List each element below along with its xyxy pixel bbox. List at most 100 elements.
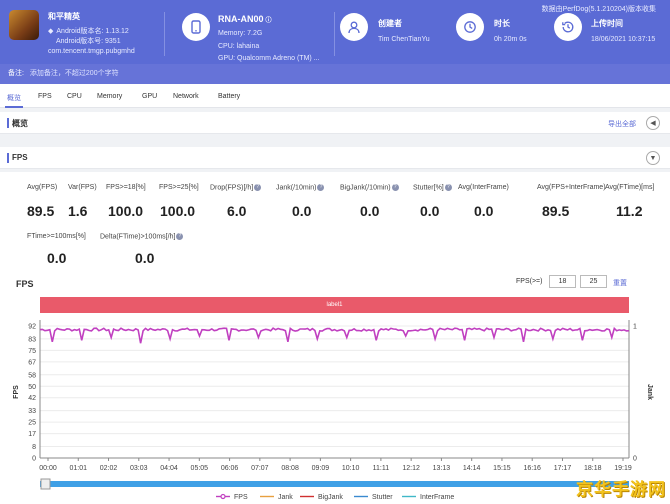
help-icon[interactable]: ? [317,184,325,191]
header-divider [164,12,165,56]
x-tick-label: 09:09 [312,465,330,472]
x-tick-label: 04:04 [160,465,178,472]
metric-label: FTime>=100ms[%] [27,233,86,240]
x-tick-label: 03:03 [130,465,148,472]
device-name: RNA-AN00 ⓘ [218,14,272,24]
metric-value: 0.0 [292,203,312,219]
metric-label: Avg(FPS) [27,184,58,191]
section-accent [7,153,9,163]
metric-label: Stutter[%]? [413,184,452,191]
version-info: 数据由PerfDog(5.1.210204)版本收集 [541,6,656,13]
fps-chart[interactable]: 0 8 17 25 33 42 50 58 67 75 83 92 FPS Jank 0 1 00:00 01:0… [0,314,670,504]
tab-memory[interactable]: Memory [97,93,122,100]
metric-label: Avg(FPS+InterFrame) [537,184,606,191]
tab-bar: 概览 FPS CPU Memory GPU Network Battery [0,84,670,108]
metric-value: 0.0 [420,203,440,219]
metric-label: Drop(FPS)[/h]? [210,184,262,191]
note-bar[interactable]: 备注: 添加备注，不超过200个字符 [0,64,670,84]
y-tick-label: 67 [28,359,36,366]
help-icon[interactable]: ? [176,233,184,240]
clock-icon [456,13,484,41]
legend-item[interactable]: Stutter [372,494,393,501]
metric-label: Avg(InterFrame) [458,184,509,191]
user-icon [340,13,368,41]
x-tick-label: 06:06 [221,465,239,472]
tab-network[interactable]: Network [173,93,199,100]
y-tick-label: 92 [28,324,36,331]
collapse-left-icon[interactable]: ◀ [646,116,660,130]
section-accent [7,118,9,128]
reset-button[interactable]: 重置 [613,278,627,288]
fps-section-header: FPS ▼ [0,147,670,169]
x-tick-label: 02:02 [100,465,118,472]
metric-label: Avg(FTime)[ms] [605,184,655,191]
export-all-link[interactable]: 导出全部 [608,119,636,129]
legend-item[interactable]: FPS [234,494,248,501]
legend-item[interactable]: Jank [278,494,293,501]
y-tick-label: 58 [28,372,36,379]
android-version-code: Android版本号: 9351 [56,38,121,45]
chart-scrollbar[interactable] [40,481,629,487]
overview-title: 概览 [12,119,28,128]
y2-tick-label: 0 [633,456,637,463]
chart-title: FPS [16,279,34,289]
x-tick-label: 14:14 [463,465,481,472]
scroll-handle-left[interactable] [40,478,51,490]
app-icon [9,10,39,40]
fps-section-title: FPS [12,153,28,162]
device-memory: Memory: 7.2G [218,30,263,37]
metric-value: 0.0 [47,250,67,266]
metric-value: 89.5 [27,203,55,219]
x-tick-label: 17:17 [554,465,572,472]
y-tick-label: 25 [28,420,36,427]
metric-value: 1.6 [68,203,88,219]
tab-battery[interactable]: Battery [218,93,240,100]
y-tick-label: 50 [28,384,36,391]
x-tick-label: 05:05 [191,465,209,472]
tab-cpu[interactable]: CPU [67,93,82,100]
x-tick-label: 18:18 [584,465,602,472]
legend-marker [220,493,226,500]
metric-label: Jank(/10min)? [276,184,325,191]
threshold-input-1[interactable]: 18 [549,275,576,288]
header-divider [334,12,335,56]
tab-gpu[interactable]: GPU [142,93,157,100]
x-tick-label: 01:01 [69,465,87,472]
label-band[interactable]: label1 [40,297,629,313]
y2-tick-label: 1 [633,324,637,331]
device-info-icon: ⓘ [265,18,272,24]
metric-label: BigJank(/10min)? [340,184,399,191]
legend-item[interactable]: BigJank [318,494,343,501]
help-icon[interactable]: ? [444,184,452,191]
y-tick-label: 8 [32,444,36,451]
x-tick-label: 10:10 [342,465,360,472]
metric-value: 100.0 [108,203,144,219]
y-tick-label: 17 [28,431,36,438]
overview-section-header: 概览 导出全部 ◀ [0,112,670,134]
metric-label: Delta(FTime)>100ms[/h]? [100,233,184,240]
help-icon[interactable]: ? [391,184,399,191]
x-tick-label: 16:16 [523,465,541,472]
metric-value: 0.0 [360,203,380,219]
x-tick-label: 11:11 [373,465,390,472]
help-icon[interactable]: ? [254,184,262,191]
note-input[interactable]: 添加备注，不超过200个字符 [30,70,119,77]
x-tick-label: 08:08 [281,465,299,472]
app-name: 和平精英 [48,12,80,21]
legend-item[interactable]: InterFrame [420,494,454,501]
tab-overview[interactable]: 概览 [7,93,21,103]
upload-label: 上传时间 [591,19,623,28]
threshold-label: FPS(>=) [516,278,543,285]
fps-series-line [39,326,630,344]
collapse-down-icon[interactable]: ▼ [646,151,660,165]
x-tick-label: 00:00 [39,465,57,472]
device-cpu: CPU: lahaina [218,43,260,50]
app-package: com.tencent.tmgp.pubgmhd [48,48,135,55]
x-tick-label: 12:12 [402,465,420,472]
threshold-input-2[interactable]: 25 [580,275,607,288]
tab-fps[interactable]: FPS [38,93,52,100]
history-icon [554,13,582,41]
y-tick-label: 42 [28,395,36,402]
duration-value: 0h 20m 0s [494,36,527,43]
x-tick-label: 07:07 [251,465,269,472]
